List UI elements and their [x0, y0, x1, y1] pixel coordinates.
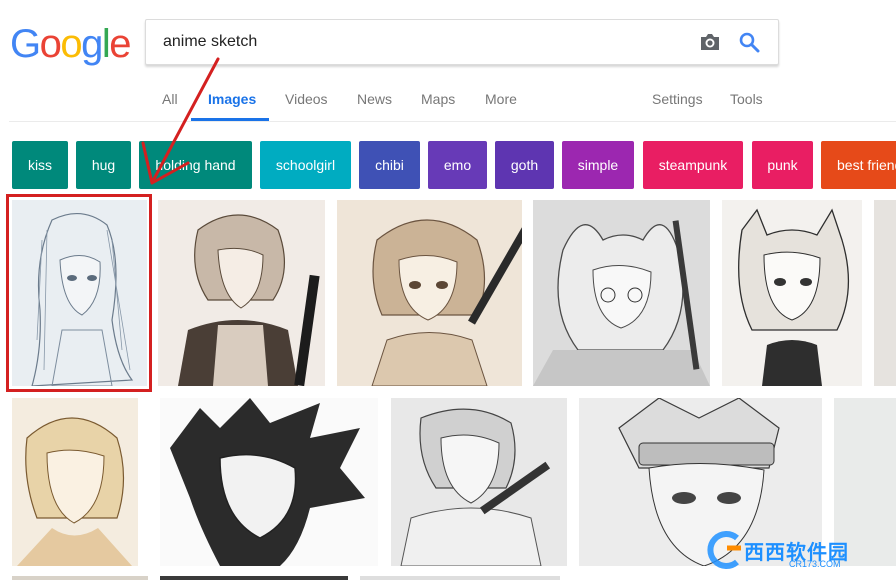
- camera-icon[interactable]: [699, 32, 721, 52]
- chip-simple[interactable]: simple: [562, 141, 634, 189]
- search-box: [145, 19, 779, 65]
- chip-emo[interactable]: emo: [428, 141, 487, 189]
- search-input[interactable]: [163, 30, 683, 54]
- site-watermark: 西西软件园 CR173.COM: [697, 528, 896, 572]
- image-result[interactable]: [360, 576, 560, 580]
- logo-letter: o: [60, 22, 82, 66]
- sketch-image: [178, 214, 320, 386]
- search-icon[interactable]: [738, 31, 760, 53]
- sketch-image: [400, 408, 551, 566]
- image-result[interactable]: [722, 200, 862, 386]
- google-logo[interactable]: Google: [10, 22, 131, 67]
- image-result[interactable]: [391, 398, 567, 566]
- image-result[interactable]: [12, 398, 138, 566]
- image-result[interactable]: [160, 398, 378, 566]
- sketch-image: [371, 219, 522, 386]
- tab-news[interactable]: News: [357, 91, 392, 107]
- chip-kiss[interactable]: kiss: [12, 141, 68, 189]
- image-result[interactable]: [874, 200, 896, 386]
- sketch-image: [533, 220, 710, 386]
- chip-chibi[interactable]: chibi: [359, 141, 420, 189]
- tab-tools[interactable]: Tools: [730, 91, 763, 107]
- sketch-image: [17, 417, 132, 566]
- logo-letter: l: [101, 22, 111, 66]
- tab-more[interactable]: More: [485, 91, 517, 107]
- watermark-logo-icon: [707, 531, 741, 569]
- chip-schoolgirl[interactable]: schoolgirl: [260, 141, 351, 189]
- chip-punk[interactable]: punk: [752, 141, 813, 189]
- tab-videos[interactable]: Videos: [285, 91, 328, 107]
- tab-settings[interactable]: Settings: [652, 91, 703, 107]
- sketch-image: [738, 208, 850, 386]
- logo-letter: o: [39, 22, 62, 66]
- watermark-url: CR173.COM: [789, 559, 841, 569]
- annotation-arrow: [141, 57, 220, 185]
- sketch-image: [170, 398, 365, 566]
- chip-goth[interactable]: goth: [495, 141, 554, 189]
- image-result[interactable]: [160, 576, 348, 580]
- tab-maps[interactable]: Maps: [421, 91, 455, 107]
- logo-letter: e: [109, 22, 131, 66]
- chip-hug[interactable]: hug: [76, 141, 131, 189]
- image-result[interactable]: [158, 200, 325, 386]
- logo-letter: G: [10, 22, 41, 66]
- search-tabs: All Images Videos News Maps More Setting…: [0, 91, 896, 123]
- chip-best-friends[interactable]: best friends: [821, 141, 896, 189]
- image-result[interactable]: [337, 200, 522, 386]
- logo-letter: g: [81, 22, 103, 66]
- image-result[interactable]: [533, 200, 710, 386]
- chip-steampunk[interactable]: steampunk: [643, 141, 743, 189]
- selected-image-frame: [6, 194, 152, 392]
- image-result[interactable]: [12, 576, 148, 580]
